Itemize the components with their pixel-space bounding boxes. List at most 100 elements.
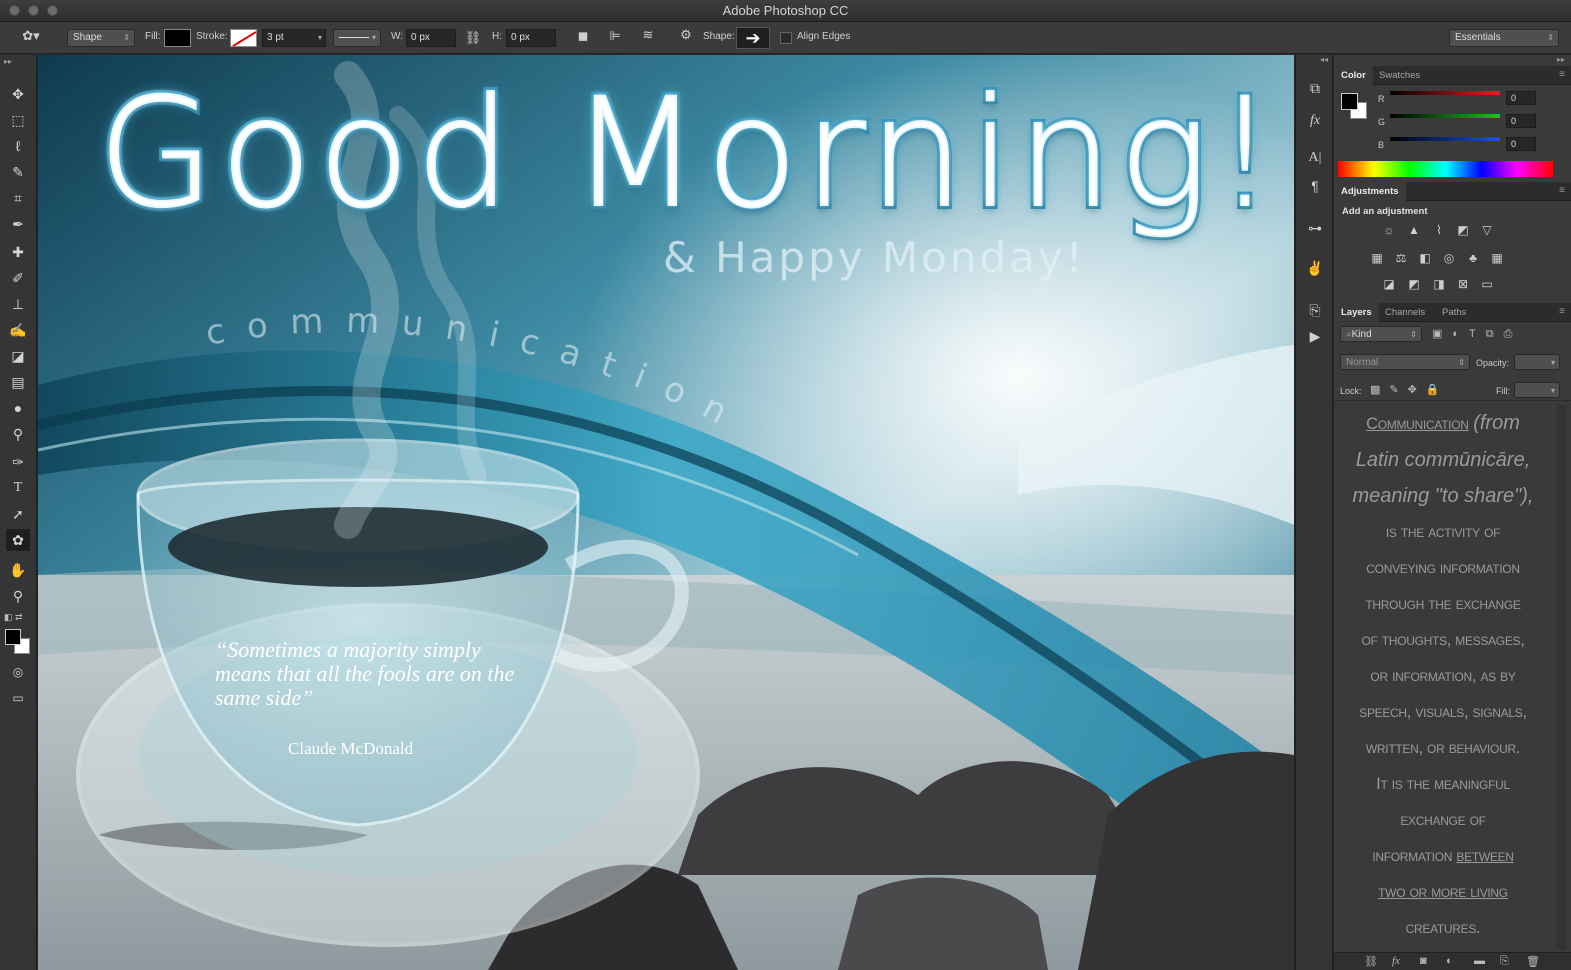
hand-tool-icon[interactable]: ✋ xyxy=(6,559,30,581)
eyedropper-tool-icon[interactable]: ✒ xyxy=(6,213,30,235)
brightness-contrast-icon[interactable]: ☼ xyxy=(1380,223,1398,237)
styles-panel-icon[interactable]: fx xyxy=(1304,110,1326,132)
height-field[interactable]: 0 px xyxy=(506,29,556,47)
tool-mode-select[interactable]: Shape ⇕ xyxy=(67,29,135,47)
slider-b[interactable] xyxy=(1390,137,1500,141)
gradient-tool-icon[interactable]: ▤ xyxy=(6,371,30,393)
value-g[interactable]: 0 xyxy=(1506,114,1536,128)
color-lookup-icon[interactable]: ▦ xyxy=(1488,251,1506,265)
move-tool-icon[interactable]: ✥ xyxy=(6,83,30,105)
shape-picker[interactable]: ➔ xyxy=(736,27,770,49)
link-icon[interactable]: ⛓ xyxy=(464,30,482,46)
stroke-width-field[interactable]: 3 pt ▾ xyxy=(262,29,326,47)
fill-opacity-field[interactable]: ▾ xyxy=(1514,382,1560,398)
tab-color[interactable]: Color xyxy=(1334,66,1373,85)
fill-swatch[interactable] xyxy=(164,29,191,47)
brush-presets-panel-icon[interactable]: ✌ xyxy=(1304,257,1326,279)
quick-selection-tool-icon[interactable]: ✎ xyxy=(6,161,30,183)
lock-icons[interactable]: ▩✎✥🔒 xyxy=(1370,383,1449,396)
foreground-color-swatch[interactable] xyxy=(5,629,21,645)
value-b[interactable]: 0 xyxy=(1506,137,1536,151)
color-balance-icon[interactable]: ⚖ xyxy=(1392,251,1410,265)
levels-icon[interactable]: ▲ xyxy=(1405,223,1423,237)
panel-menu-icon[interactable]: ≡ xyxy=(1559,69,1565,80)
crop-tool-icon[interactable]: ⌗ xyxy=(6,187,30,209)
type-tool-icon[interactable]: T xyxy=(6,477,30,499)
channel-mixer-icon[interactable]: ♣ xyxy=(1464,251,1482,265)
adjustment-layer-icon[interactable]: ◐ xyxy=(1446,955,1453,967)
clone-stamp-tool-icon[interactable]: ⊥ xyxy=(6,293,30,315)
tab-channels[interactable]: Channels xyxy=(1378,303,1432,322)
character-panel-icon[interactable]: A| xyxy=(1304,147,1326,169)
tab-swatches[interactable]: Swatches xyxy=(1372,66,1427,85)
screen-mode-icon[interactable]: ▭ xyxy=(6,687,30,709)
blend-mode-select[interactable]: Normal ⇕ xyxy=(1340,354,1470,370)
black-white-icon[interactable]: ◧ xyxy=(1416,251,1434,265)
stroke-swatch[interactable] xyxy=(230,29,257,47)
eraser-tool-icon[interactable]: ◪ xyxy=(6,345,30,367)
blur-tool-icon[interactable]: ● xyxy=(6,397,30,419)
collapse-panels-icon[interactable]: ▸▸ xyxy=(1557,55,1565,64)
healing-brush-tool-icon[interactable]: ✚ xyxy=(6,241,30,263)
panel-menu-icon[interactable]: ≡ xyxy=(1559,306,1565,317)
vibrance-icon[interactable]: ▽ xyxy=(1478,223,1496,237)
title-bar: Adobe Photoshop CC xyxy=(0,0,1571,22)
lasso-tool-icon[interactable]: ℓ xyxy=(6,135,30,157)
new-layer-icon[interactable]: ⎘ xyxy=(1500,955,1509,968)
tab-paths[interactable]: Paths xyxy=(1435,303,1473,322)
exposure-icon[interactable]: ◩ xyxy=(1454,223,1472,237)
layer-filter-select[interactable]: ⌕Kind ⇕ xyxy=(1340,326,1422,342)
path-selection-tool-icon[interactable]: ➚ xyxy=(6,503,30,525)
dodge-tool-icon[interactable]: ⚲ xyxy=(6,423,30,445)
path-operations-icon[interactable]: ◼ xyxy=(574,28,592,44)
collapse-toolbar-icon[interactable]: ▸▸ xyxy=(4,57,12,66)
layer-style-icon[interactable]: fx xyxy=(1392,955,1400,967)
value-r[interactable]: 0 xyxy=(1506,91,1536,105)
tab-adjustments[interactable]: Adjustments xyxy=(1334,182,1406,201)
paragraph-panel-icon[interactable]: ¶ xyxy=(1304,175,1326,197)
trash-icon[interactable]: 🗑 xyxy=(1526,955,1540,968)
gear-icon[interactable]: ⚙ xyxy=(676,27,696,43)
layers-scrollbar[interactable] xyxy=(1556,405,1566,950)
invert-icon[interactable]: ◪ xyxy=(1380,277,1398,291)
zoom-tool-icon[interactable]: ⚲ xyxy=(6,585,30,607)
stroke-type-select[interactable]: ▾ xyxy=(333,29,381,47)
path-alignment-icon[interactable]: ⊫ xyxy=(604,28,626,44)
collapse-dock-icon[interactable]: ◂◂ xyxy=(1320,55,1328,64)
document-canvas[interactable]: communication Good Morning! Good Morning… xyxy=(38,55,1294,970)
history-brush-tool-icon[interactable]: ✍ xyxy=(6,319,30,341)
tab-layers[interactable]: Layers xyxy=(1334,303,1379,322)
gradient-map-icon[interactable]: ▭ xyxy=(1478,277,1496,291)
align-edges-checkbox[interactable] xyxy=(780,32,792,44)
quick-mask-icon[interactable]: ◎ xyxy=(6,661,30,683)
default-colors-icon[interactable]: ◧ ⇄ xyxy=(4,612,23,623)
photo-filter-icon[interactable]: ◎ xyxy=(1440,251,1458,265)
custom-shape-tool-preset-icon[interactable]: ✿▾ xyxy=(18,28,44,44)
history-panel-icon[interactable]: ⎘ xyxy=(1304,299,1326,321)
posterize-icon[interactable]: ◩ xyxy=(1405,277,1423,291)
custom-shape-tool-icon[interactable]: ✿ xyxy=(6,529,30,551)
brush-tool-icon[interactable]: ✐ xyxy=(6,267,30,289)
hue-saturation-icon[interactable]: ▦ xyxy=(1368,251,1386,265)
link-layers-icon[interactable]: ⛓ xyxy=(1364,955,1378,968)
curves-icon[interactable]: ⌇ xyxy=(1430,223,1448,237)
slider-g[interactable] xyxy=(1390,114,1500,118)
workspace-select[interactable]: Essentials ⇕ xyxy=(1449,29,1559,47)
path-arrangement-icon[interactable]: ≋ xyxy=(637,27,659,43)
color-spectrum-ramp[interactable] xyxy=(1338,161,1553,177)
marquee-tool-icon[interactable]: ⬚ xyxy=(6,109,30,131)
properties-panel-icon[interactable]: ⊶ xyxy=(1304,217,1326,239)
threshold-icon[interactable]: ◨ xyxy=(1430,277,1448,291)
new-group-icon[interactable]: ▬ xyxy=(1474,955,1485,967)
selective-color-icon[interactable]: ⊠ xyxy=(1454,277,1472,291)
pen-tool-icon[interactable]: ✑ xyxy=(6,451,30,473)
width-field[interactable]: 0 px xyxy=(406,29,456,47)
layer-filter-icons[interactable]: ▣◐T⧉⎙ xyxy=(1432,327,1522,341)
color-foreground-swatch[interactable] xyxy=(1341,93,1358,110)
slider-r[interactable] xyxy=(1390,91,1500,95)
panel-menu-icon[interactable]: ≡ xyxy=(1559,185,1565,196)
layer-mask-icon[interactable]: ◙ xyxy=(1420,955,1427,967)
opacity-field[interactable]: ▾ xyxy=(1514,354,1560,370)
3d-panel-icon[interactable]: ⧉ xyxy=(1304,77,1326,99)
actions-panel-icon[interactable]: ▶ xyxy=(1304,325,1326,347)
